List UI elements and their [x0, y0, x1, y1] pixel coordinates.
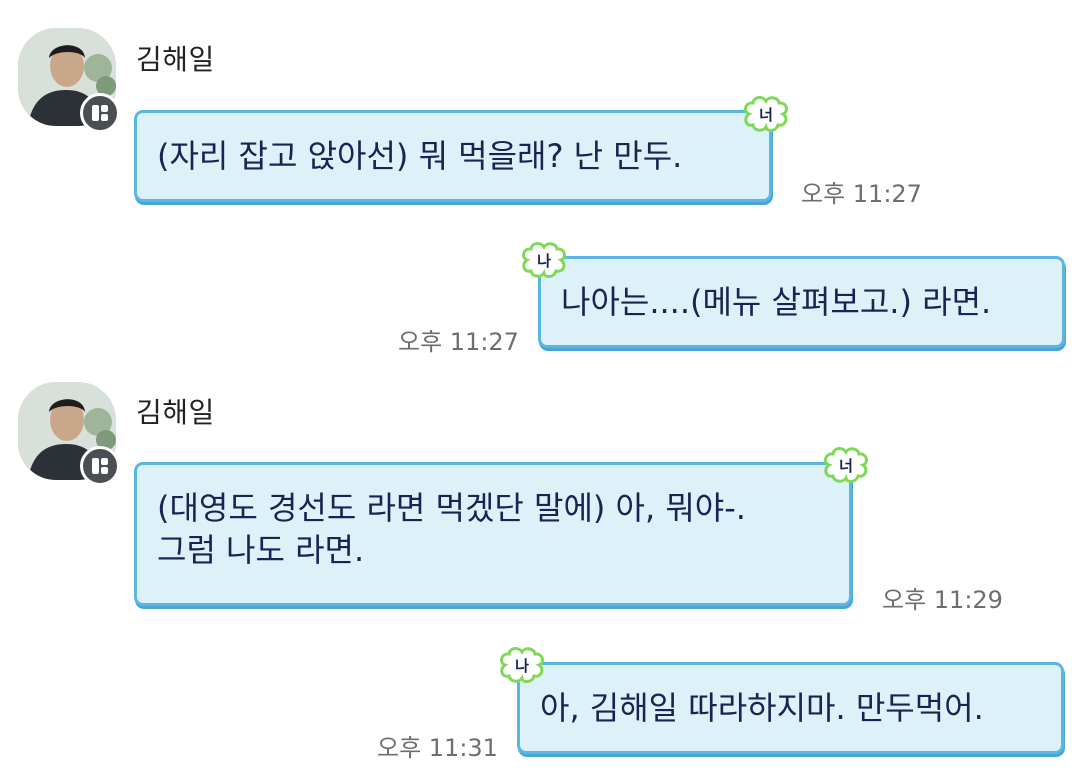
speaker-tag-me: 나	[497, 645, 547, 685]
tag-label: 너	[839, 457, 853, 475]
message-timestamp: 오후 11:31	[377, 734, 498, 762]
tag-label: 나	[515, 657, 529, 675]
speaker-tag-me: 나	[519, 240, 569, 280]
chat-window[interactable]: 김해일 (자리 잡고 앉아선) 뭐 먹을래? 난 만두. 너 오후 11:27 …	[0, 0, 1080, 771]
message-text: 나아는....(메뉴 살펴보고.) 라면.	[561, 283, 992, 321]
speaker-tag-you: 너	[741, 94, 791, 134]
message-text-line-1: (대영도 경선도 라면 먹겠단 말에) 아, 뭐야-.	[157, 489, 746, 527]
message-bubble-received[interactable]: (자리 잡고 앉아선) 뭐 먹을래? 난 만두.	[134, 110, 772, 202]
message-bubble-received[interactable]: (대영도 경선도 라면 먹겠단 말에) 아, 뭐야-. 그럼 나도 라면.	[134, 462, 852, 606]
tag-label: 나	[537, 252, 551, 270]
app-badge-icon	[80, 93, 120, 133]
message-timestamp: 오후 11:27	[801, 180, 922, 208]
message-text-line-2: 그럼 나도 라면.	[157, 531, 365, 569]
message-text: 아, 김해일 따라하지마. 만두먹어.	[540, 689, 984, 727]
speaker-tag-you: 너	[821, 445, 871, 485]
app-badge-icon	[80, 446, 120, 486]
message-timestamp: 오후 11:29	[882, 586, 1003, 614]
tag-label: 너	[759, 106, 773, 124]
message-timestamp: 오후 11:27	[398, 328, 519, 356]
message-text: (자리 잡고 앉아선) 뭐 먹을래? 난 만두.	[157, 137, 683, 175]
sender-name: 김해일	[136, 396, 215, 429]
message-bubble-sent[interactable]: 나아는....(메뉴 살펴보고.) 라면.	[538, 256, 1065, 348]
message-bubble-sent[interactable]: 아, 김해일 따라하지마. 만두먹어.	[517, 662, 1064, 754]
sender-name: 김해일	[136, 43, 215, 76]
